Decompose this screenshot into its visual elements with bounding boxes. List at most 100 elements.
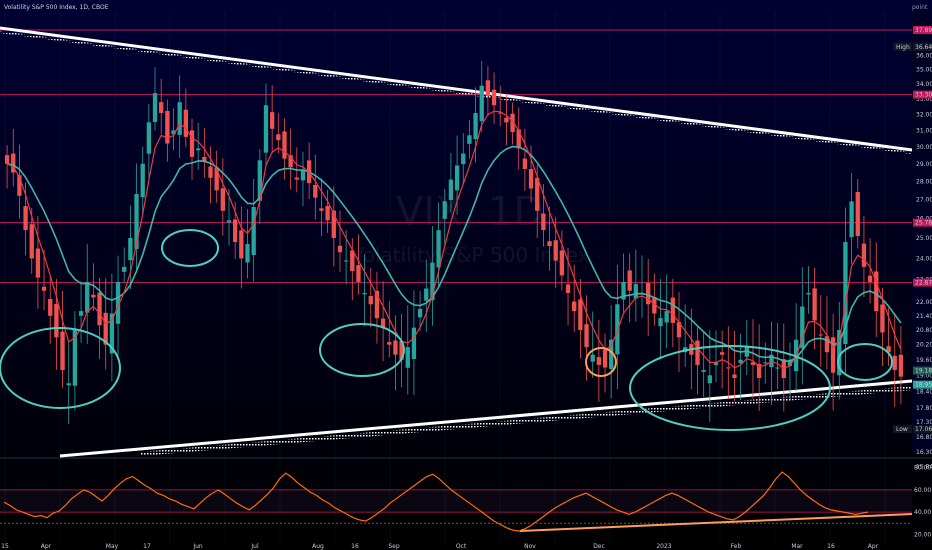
price-badge-last[interactable]: 18.95 bbox=[913, 380, 932, 389]
candle-body bbox=[898, 354, 904, 377]
candle-body bbox=[251, 206, 256, 256]
candle-body bbox=[726, 367, 731, 369]
price-tick-label: 17.80 bbox=[916, 405, 932, 412]
candle-body bbox=[646, 282, 651, 305]
chart-background bbox=[0, 0, 932, 550]
candle-body bbox=[812, 288, 817, 321]
badge-value: 18.95 bbox=[915, 382, 932, 389]
time-tick-label: 15 bbox=[1, 543, 9, 550]
candle-body bbox=[66, 383, 71, 386]
candle-body bbox=[448, 179, 454, 201]
time-tick-label: May bbox=[106, 543, 119, 550]
time-tick-label: 17 bbox=[143, 543, 151, 550]
price-badge-hline[interactable]: 22.87 bbox=[913, 278, 932, 287]
candle-body bbox=[97, 292, 102, 326]
rsi-tick-label: 20.00 bbox=[914, 531, 931, 538]
candle-body bbox=[670, 297, 675, 323]
price-tick-label: 19.60 bbox=[916, 357, 932, 364]
candle-body bbox=[325, 205, 330, 221]
candle-body bbox=[356, 265, 361, 282]
time-tick-label: Mar bbox=[791, 543, 803, 550]
badge-value: 22.87 bbox=[915, 280, 932, 287]
candle-body bbox=[282, 131, 287, 159]
candle-body bbox=[4, 155, 10, 164]
scale-label: point bbox=[912, 4, 928, 11]
price-badge-hline[interactable]: 25.78 bbox=[913, 218, 932, 227]
candle-body bbox=[707, 375, 712, 384]
candle-body bbox=[146, 122, 152, 154]
candle-body bbox=[239, 230, 244, 259]
candle-body bbox=[867, 275, 873, 282]
price-tick-label: 17.30 bbox=[916, 419, 932, 426]
candle-body bbox=[559, 250, 565, 276]
price-tick-label: 21.40 bbox=[916, 313, 932, 320]
candle-body bbox=[590, 354, 595, 362]
price-badge-hline[interactable]: 37.89 bbox=[913, 26, 932, 34]
candle-body bbox=[633, 284, 639, 299]
price-tick-label: 16.30 bbox=[916, 449, 932, 456]
price-tick-label: 20.20 bbox=[916, 342, 932, 349]
candle-body bbox=[29, 224, 34, 259]
candle-body bbox=[695, 340, 700, 365]
candle-body bbox=[417, 308, 423, 318]
time-tick-label: Jul bbox=[250, 543, 259, 550]
price-tick-label: 27.00 bbox=[916, 197, 932, 204]
candle-body bbox=[615, 304, 620, 355]
price-chart[interactable]: Volatility S&P 500 Index, 1D, CBOE point… bbox=[0, 0, 932, 550]
candle-body bbox=[122, 266, 127, 272]
price-tick-label: 25.00 bbox=[916, 235, 932, 242]
candle-body bbox=[491, 89, 497, 106]
candle-body bbox=[35, 248, 41, 278]
candle-body bbox=[572, 301, 577, 312]
time-tick-label: Dec bbox=[593, 543, 605, 550]
price-tick-label: 30.00 bbox=[916, 144, 932, 151]
time-tick-label: Feb bbox=[731, 543, 742, 550]
candle-body bbox=[411, 327, 417, 359]
candle-body bbox=[196, 148, 201, 151]
candle-body bbox=[596, 357, 602, 365]
candle-body bbox=[128, 238, 133, 261]
candle-body bbox=[775, 367, 780, 369]
candle-body bbox=[424, 288, 429, 301]
candle-body bbox=[479, 85, 484, 122]
candle-body bbox=[763, 362, 768, 364]
price-badge-price[interactable]: 19.18 bbox=[913, 366, 932, 375]
candle-body bbox=[214, 167, 219, 191]
price-tick-label: 28.00 bbox=[916, 178, 932, 185]
price-tick-label: 20.80 bbox=[916, 327, 932, 334]
candle-body bbox=[140, 163, 145, 198]
candle-body bbox=[393, 340, 398, 355]
candle-body bbox=[60, 331, 65, 371]
candle-body bbox=[159, 102, 164, 113]
candle-body bbox=[300, 170, 306, 181]
candle-body bbox=[245, 244, 250, 263]
price-tick-label: 31.00 bbox=[916, 127, 932, 134]
candle-body bbox=[880, 304, 885, 333]
time-tick-label: Sep bbox=[388, 543, 400, 550]
chart-stage: Volatility S&P 500 Index, 1D, CBOE point… bbox=[0, 0, 932, 550]
candle-body bbox=[263, 105, 269, 153]
price-tick-label: 34.00 bbox=[916, 81, 932, 88]
price-tick-label: 16.80 bbox=[916, 434, 932, 441]
candle-body bbox=[177, 102, 182, 135]
candle-body bbox=[48, 299, 53, 316]
time-tick-label: Apr bbox=[868, 543, 879, 550]
rsi-tick-label: 80.00 bbox=[914, 465, 931, 472]
candle-body bbox=[658, 318, 663, 327]
price-tick-label: 29.00 bbox=[916, 161, 932, 168]
candle-body bbox=[85, 281, 90, 313]
badge-value: 19.18 bbox=[915, 368, 932, 375]
candle-body bbox=[189, 130, 195, 157]
price-badge-hline[interactable]: 33.30 bbox=[913, 90, 932, 99]
candle-body bbox=[461, 153, 466, 165]
candle-body bbox=[276, 134, 281, 141]
badge-value: 37.89 bbox=[915, 27, 932, 34]
candle-body bbox=[183, 109, 189, 137]
candle-body bbox=[664, 311, 669, 323]
candle-body bbox=[565, 284, 571, 293]
candle-body bbox=[387, 342, 392, 345]
candle-body bbox=[602, 349, 608, 368]
candle-body bbox=[849, 201, 854, 238]
candle-body bbox=[226, 220, 232, 223]
candle-body bbox=[319, 208, 324, 211]
